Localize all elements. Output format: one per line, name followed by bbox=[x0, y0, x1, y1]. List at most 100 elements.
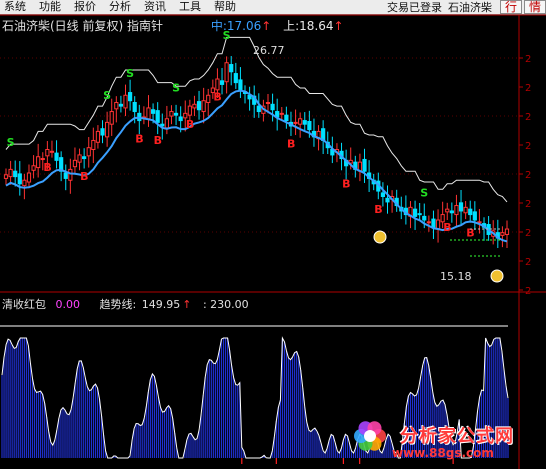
buy-signal-icon: B bbox=[186, 118, 194, 131]
candle-body bbox=[155, 110, 160, 123]
candle-body bbox=[49, 150, 55, 153]
indicator-name: 清收红包 bbox=[2, 298, 46, 311]
axis-tick-label: 2 bbox=[525, 228, 531, 239]
chart-title-row: 石油济柴(日线 前复权) 指南针 中:17.06↑ 上:18.64↑ bbox=[2, 17, 344, 34]
candle-body bbox=[196, 101, 202, 111]
candle-body bbox=[504, 228, 510, 235]
buy-signal-icon: B bbox=[80, 170, 88, 183]
candle-body bbox=[22, 179, 27, 187]
candle-body bbox=[270, 103, 275, 111]
trend-value: 149.95 bbox=[141, 298, 181, 311]
candle-body bbox=[150, 109, 156, 114]
candle-body bbox=[201, 100, 206, 113]
watermark-logo-center bbox=[364, 430, 376, 442]
candle-body bbox=[123, 94, 128, 109]
candle-body bbox=[54, 152, 59, 161]
candle-body bbox=[229, 64, 234, 73]
candle-body bbox=[412, 208, 418, 217]
chart-title: 石油济柴(日线 前复权) 指南针 bbox=[2, 19, 163, 33]
candle-body bbox=[114, 102, 119, 110]
candle-body bbox=[279, 112, 284, 115]
money-bag-icon bbox=[373, 230, 387, 244]
candle-body bbox=[284, 114, 289, 122]
candle-body bbox=[77, 154, 82, 163]
buy-signal-icon: B bbox=[154, 134, 162, 147]
upper-label: 上: bbox=[283, 19, 300, 33]
candle-body bbox=[454, 205, 459, 216]
candle-body bbox=[169, 111, 174, 117]
watermark-url: www.88gs.com bbox=[392, 446, 494, 460]
buy-signal-icon: B bbox=[466, 226, 474, 239]
buy-signal-icon: B bbox=[287, 138, 295, 151]
trend-label: 趋势线: bbox=[99, 298, 137, 311]
candle-body bbox=[40, 158, 45, 161]
axis-tick-label: 2 bbox=[525, 170, 531, 181]
axis-tick-label: 2 bbox=[525, 83, 531, 94]
candle-body bbox=[8, 168, 13, 178]
mid-value: 17.06 bbox=[226, 19, 262, 33]
axis-tick-label: 2 bbox=[525, 199, 531, 210]
buy-signal-icon: B bbox=[443, 221, 451, 234]
candle-body bbox=[256, 105, 261, 113]
candle-body bbox=[187, 105, 192, 116]
candle-body bbox=[86, 147, 91, 157]
candle-body bbox=[31, 165, 36, 171]
candle-body bbox=[91, 139, 96, 150]
candle-body bbox=[224, 62, 229, 83]
candle-body bbox=[26, 172, 32, 183]
buy-signal-icon: B bbox=[135, 132, 143, 145]
buy-signal-icon: B bbox=[374, 203, 382, 216]
candle-body bbox=[422, 215, 427, 221]
buy-signal-icon: B bbox=[213, 91, 221, 104]
watermark-brand: 分析家公式网 bbox=[400, 426, 514, 447]
upper-value: 18.64 bbox=[299, 19, 334, 33]
axis-tick-label: 2 bbox=[525, 141, 531, 152]
candle-body bbox=[500, 232, 505, 236]
candle-body bbox=[95, 130, 101, 143]
candle-body bbox=[192, 103, 197, 109]
candle-body bbox=[132, 102, 137, 113]
candle-body bbox=[178, 116, 183, 122]
candle-body bbox=[164, 118, 169, 129]
indicator-name-value: 0.00 bbox=[55, 298, 81, 311]
upper-arrow-icon: ↑ bbox=[333, 19, 344, 33]
sell-signal-icon: S bbox=[7, 136, 15, 149]
candle-body bbox=[219, 80, 225, 85]
trend-arrow-icon: ↑ bbox=[182, 298, 192, 311]
candle-body bbox=[468, 208, 473, 216]
candle-body bbox=[36, 156, 41, 169]
axis-tick-label: 2 bbox=[525, 112, 531, 123]
candle-body bbox=[82, 156, 87, 160]
mid-label: 中: bbox=[210, 19, 227, 33]
candle-body bbox=[380, 192, 385, 197]
candle-body bbox=[68, 168, 73, 181]
money-bag-icon bbox=[490, 269, 504, 283]
axis-tick-label: 2 bbox=[525, 54, 531, 65]
candle-body bbox=[362, 158, 367, 172]
extra-value: : 230.00 bbox=[202, 298, 249, 311]
candle-body bbox=[118, 103, 124, 107]
buy-signal-icon: B bbox=[43, 161, 51, 174]
candle-body bbox=[472, 211, 477, 221]
candle-body bbox=[13, 170, 18, 178]
candle-body bbox=[215, 78, 220, 91]
candle-body bbox=[233, 73, 238, 84]
candle-body bbox=[298, 118, 303, 125]
chart-canvas[interactable]: 222222222BBB BBBBBBB BSSSSSS bbox=[0, 0, 546, 469]
sell-signal-icon: S bbox=[103, 89, 111, 102]
low-price-label: 15.18 bbox=[440, 270, 472, 283]
candle-body bbox=[17, 173, 22, 185]
candle-body bbox=[445, 208, 450, 213]
mid-arrow-icon: ↑ bbox=[261, 19, 272, 33]
candle-body bbox=[105, 121, 110, 138]
candle-body bbox=[265, 102, 271, 104]
sell-signal-icon: S bbox=[126, 67, 134, 80]
indicator-header: 清收红包 0.00 趋势线: 149.95 ↑ : 230.00 bbox=[2, 296, 251, 312]
sell-signal-icon: S bbox=[420, 187, 428, 200]
candle-body bbox=[146, 107, 151, 120]
candle-body bbox=[128, 92, 133, 102]
candle-body bbox=[173, 112, 179, 116]
candle-body bbox=[417, 213, 422, 216]
candle-body bbox=[307, 120, 312, 131]
candle-body bbox=[449, 210, 454, 214]
